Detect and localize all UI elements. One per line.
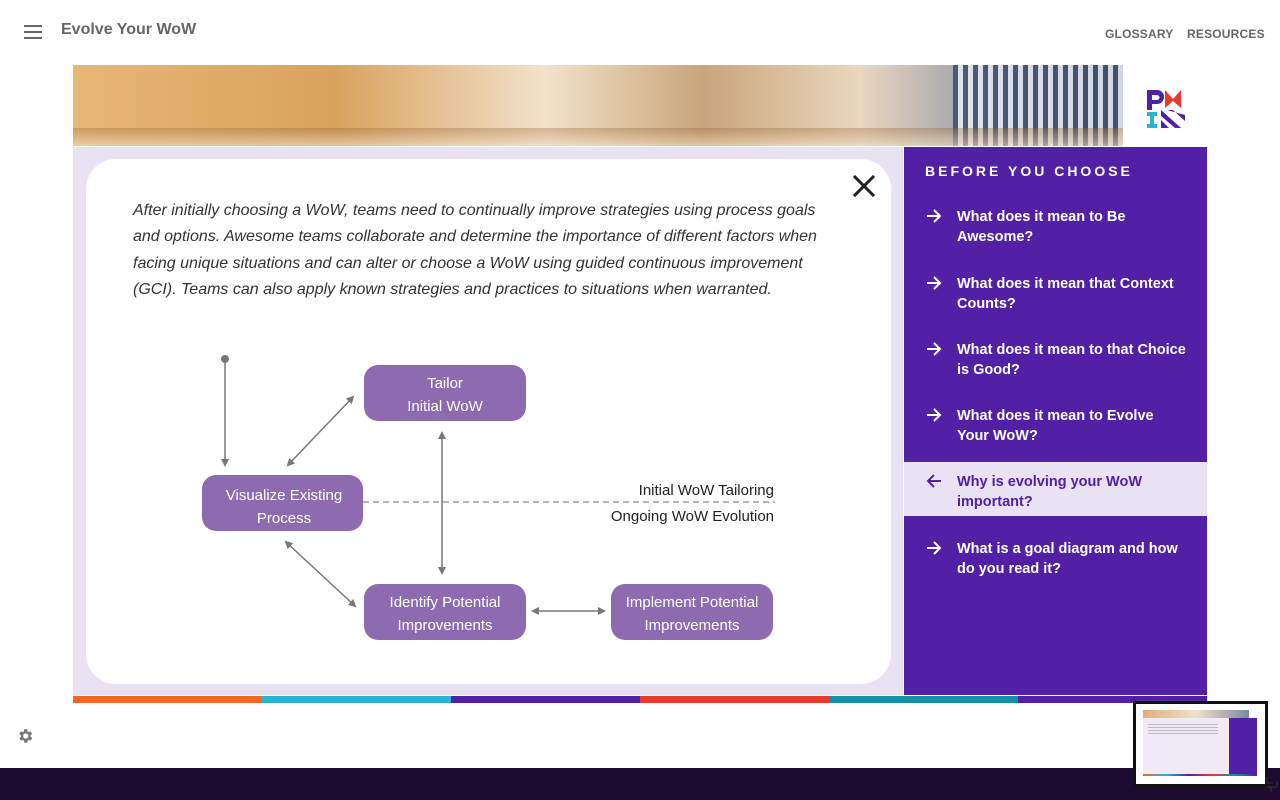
node-tailor: Tailor Initial WoW [364,365,526,421]
wow-evolution-diagram: Tailor Initial WoW Visualize Existing Pr… [202,355,775,640]
node-visualize-line2: Process [257,510,311,527]
node-visualize: Visualize Existing Process [202,475,363,531]
node-identify-line2: Improvements [397,617,492,634]
sidebar-item-choice-is-good[interactable]: What does it mean to that Choice is Good… [904,340,1207,380]
sidebar: BEFORE YOU CHOOSE What does it mean to B… [904,147,1207,695]
hero-banner-image [73,65,1123,146]
gear-icon[interactable] [16,727,34,745]
top-bar: Evolve Your WoW GLOSSARY RESOURCES [0,0,1280,64]
node-implement-line2: Improvements [644,617,739,634]
arrow-visualize-identify [284,540,357,608]
arrow-right-icon [927,342,942,356]
node-implement: Implement Potential Improvements [611,584,773,640]
node-identify: Identify Potential Improvements [364,584,526,640]
slide-preview-thumbnail[interactable] [1133,701,1268,787]
sidebar-item-evolve-your-wow[interactable]: What does it mean to Evolve Your WoW? [904,406,1207,446]
nav-glossary-link[interactable]: GLOSSARY [1105,27,1174,41]
divider-label-evolution: Ongoing WoW Evolution [611,508,774,525]
sidebar-item-goal-diagram[interactable]: What is a goal diagram and how do you re… [904,539,1207,579]
node-tailor-line2: Initial WoW [407,398,483,415]
sidebar-title: BEFORE YOU CHOOSE [925,163,1133,179]
nav-resources-link[interactable]: RESOURCES [1187,27,1265,41]
arrow-right-icon [927,209,942,223]
brand-color-bar [73,696,1207,703]
intro-paragraph: After initially choosing a WoW, teams ne… [133,202,817,299]
sidebar-item-label: What does it mean that Context Counts? [957,276,1174,312]
sidebar-item-label: Why is evolving your WoW important? [957,474,1143,510]
sidebar-item-be-awesome[interactable]: What does it mean to Be Awesome? [904,207,1207,247]
sidebar-item-label: What does it mean to that Choice is Good… [957,342,1186,378]
sidebar-item-context-counts[interactable]: What does it mean that Context Counts? [904,274,1207,314]
sidebar-item-label: What does it mean to Evolve Your WoW? [957,408,1154,444]
node-visualize-line1: Visualize Existing [226,487,342,504]
sidebar-item-label: What is a goal diagram and how do you re… [957,541,1178,577]
arrow-left-icon [926,474,941,488]
footer-bar [0,768,1280,800]
arrow-right-icon [927,408,942,422]
pmi-logo [1147,90,1185,128]
sidebar-item-why-evolving-active[interactable]: Why is evolving your WoW important? [904,462,1207,516]
sidebar-item-label: What does it mean to Be Awesome? [957,209,1126,245]
node-tailor-line1: Tailor [427,375,463,392]
close-icon[interactable] [851,173,877,199]
resize-handle-icon[interactable] [1265,775,1279,793]
app-title: Evolve Your WoW [61,21,197,38]
hamburger-menu-icon[interactable] [24,25,42,39]
arrow-right-icon [927,541,942,555]
node-identify-line1: Identify Potential [390,594,501,611]
divider-label-tailoring: Initial WoW Tailoring [639,482,774,499]
arrow-right-icon [927,276,942,290]
arrow-visualize-tailor [286,395,355,467]
node-implement-line1: Implement Potential [626,594,759,611]
